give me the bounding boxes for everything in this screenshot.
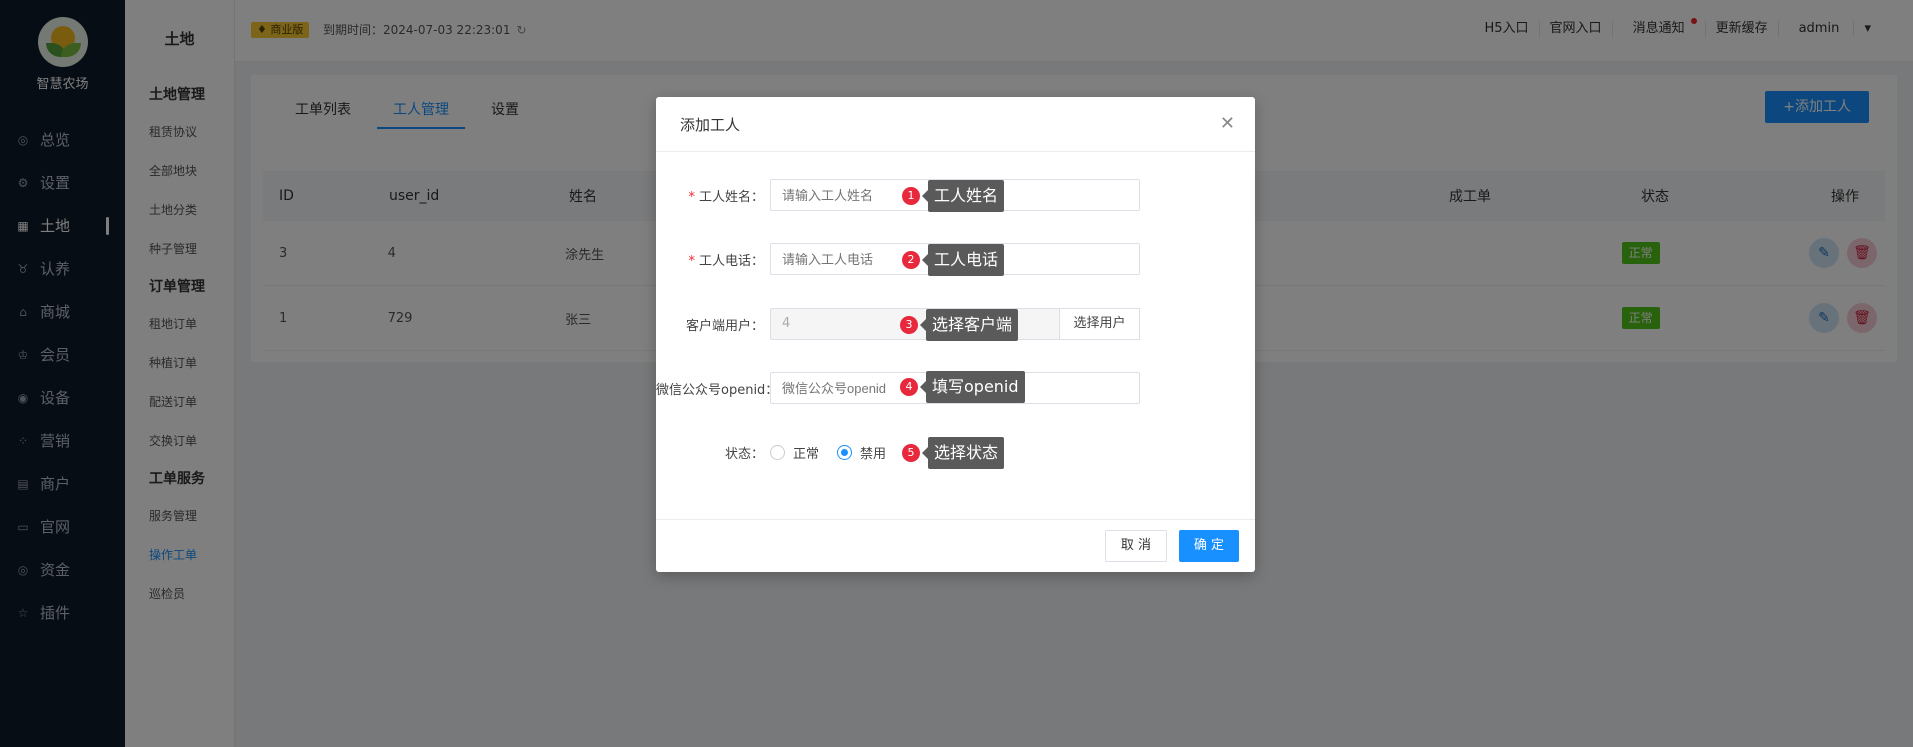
annotation-2: 2 工人电话 (902, 244, 1005, 276)
status-radio-normal[interactable]: 正常 (770, 443, 819, 462)
field-label: * 工人电话： (688, 253, 764, 269)
close-icon[interactable]: ✕ (1220, 113, 1235, 134)
field-label: * 工人姓名： (688, 189, 764, 205)
annotation-1: 1 工人姓名 (902, 180, 1005, 212)
annotation-4: 4 填写openid (900, 371, 1025, 403)
dialog-title: 添加工人 (680, 115, 741, 134)
confirm-button[interactable]: 确 定 (1178, 530, 1239, 562)
field-label: 客户端用户： (685, 318, 764, 334)
annotation-3: 3 选择客户端 (900, 309, 1019, 341)
field-label: 微信公众号openid： (656, 382, 770, 398)
cancel-button[interactable]: 取 消 (1104, 530, 1167, 562)
field-label: 状态： (724, 446, 764, 462)
dialog-footer: 取 消 确 定 (656, 519, 1255, 572)
status-radio-disabled[interactable]: 禁用 (837, 443, 886, 462)
annotation-5: 5 选择状态 (902, 437, 1005, 469)
select-user-button[interactable]: 选择用户 (1060, 308, 1140, 340)
dialog-header: 添加工人 ✕ (656, 97, 1255, 152)
